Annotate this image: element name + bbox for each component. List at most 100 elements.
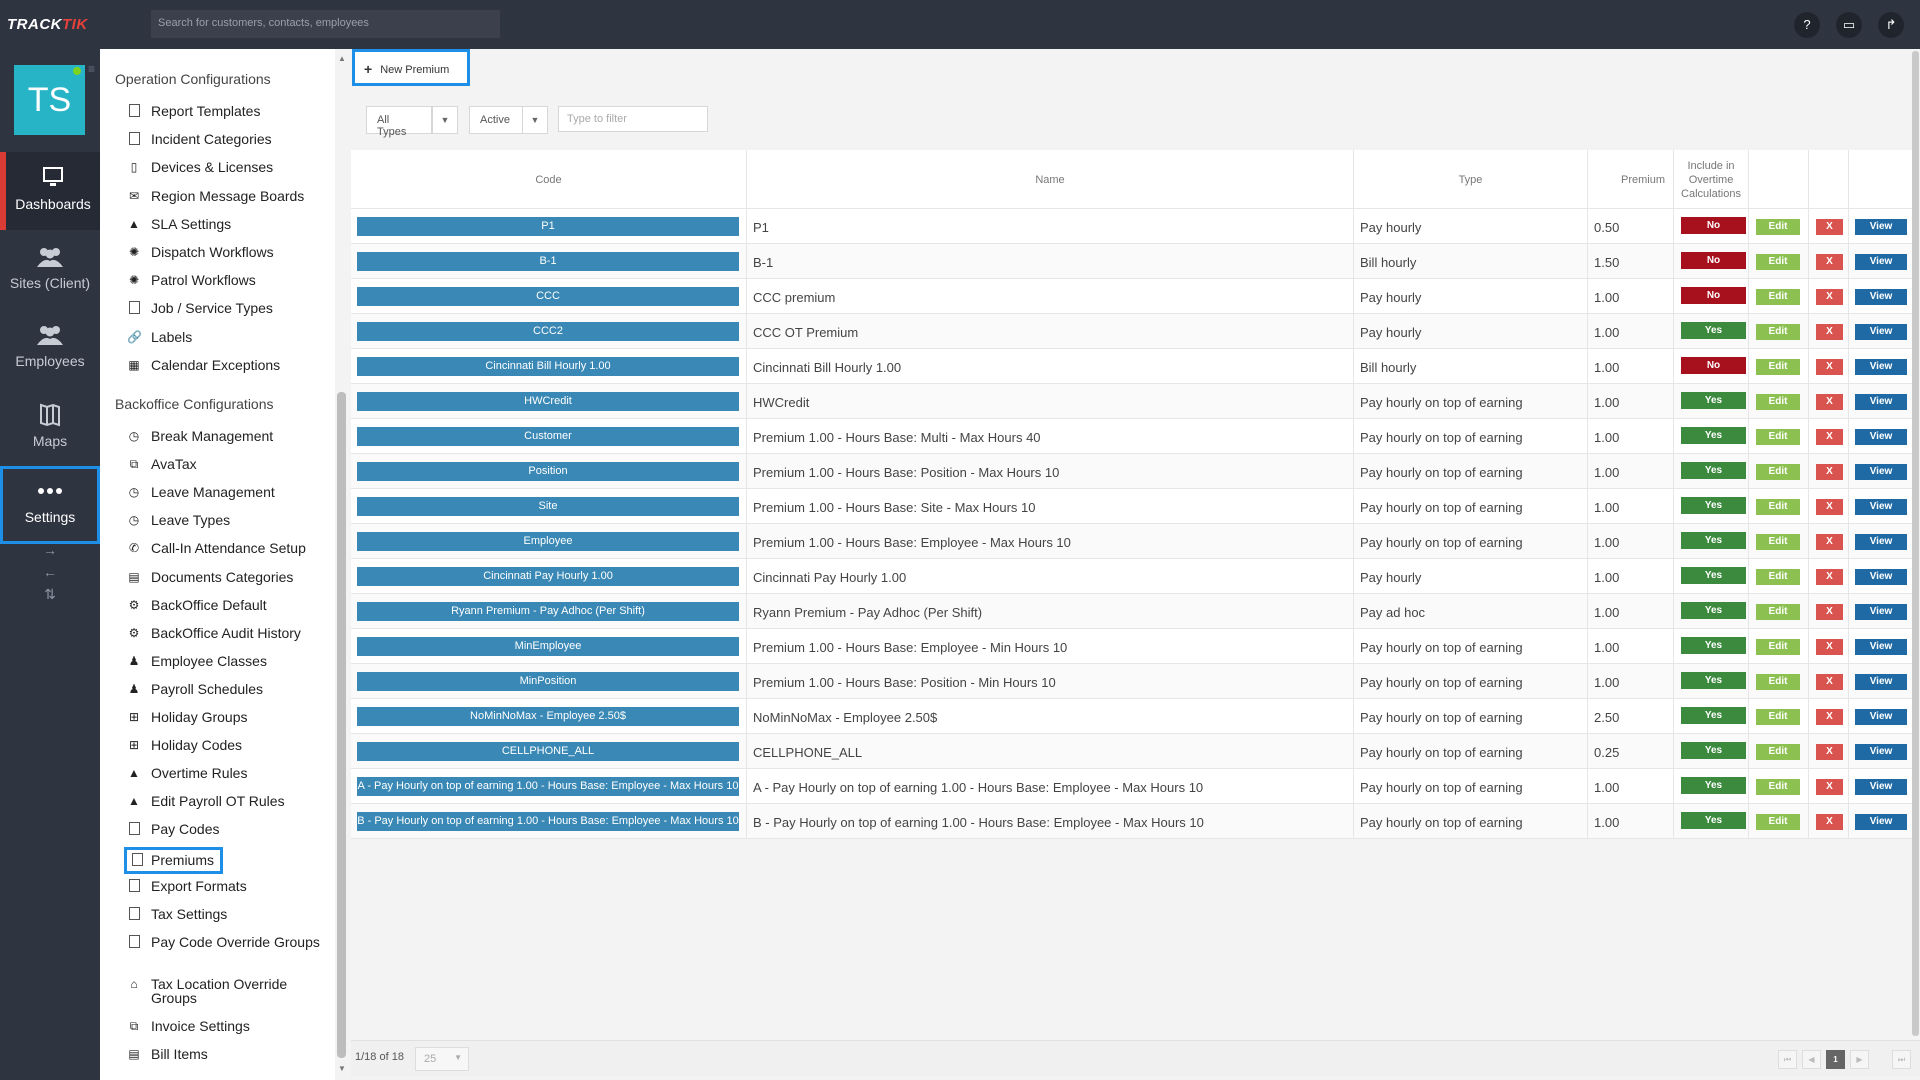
nav-dashboards[interactable]: Dashboards <box>0 152 100 230</box>
scroll-up-icon[interactable]: ▲ <box>338 54 346 63</box>
view-button[interactable]: View <box>1855 394 1907 410</box>
code-pill[interactable]: B-1 <box>357 252 739 271</box>
tracktik-logo[interactable]: TRACKTIK <box>7 16 88 33</box>
delete-button[interactable]: X <box>1816 674 1843 690</box>
edit-button[interactable]: Edit <box>1756 499 1800 515</box>
delete-button[interactable]: X <box>1816 709 1843 725</box>
menu-item-job-service-types[interactable]: Job / Service Types <box>127 301 327 315</box>
header-name[interactable]: Name <box>747 150 1354 209</box>
collapse-arrow-icon[interactable]: ← <box>0 564 100 580</box>
code-pill[interactable]: Customer <box>357 427 739 446</box>
menu-item-calendar-exceptions[interactable]: ▦ Calendar Exceptions <box>127 358 327 372</box>
delete-button[interactable]: X <box>1816 289 1843 305</box>
delete-button[interactable]: X <box>1816 604 1843 620</box>
menu-item-dispatch-workflows[interactable]: ✺ Dispatch Workflows <box>127 245 327 259</box>
view-button[interactable]: View <box>1855 499 1907 515</box>
menu-item-sla-settings[interactable]: ▲ SLA Settings <box>127 217 327 231</box>
view-button[interactable]: View <box>1855 604 1907 620</box>
last-page-button[interactable]: ⏭ <box>1892 1050 1911 1069</box>
view-button[interactable]: View <box>1855 429 1907 445</box>
new-premium-button[interactable]: + New Premium <box>352 49 470 86</box>
view-button[interactable]: View <box>1855 254 1907 270</box>
delete-button[interactable]: X <box>1816 394 1843 410</box>
menu-item-leave-management[interactable]: ◷ Leave Management <box>127 485 327 499</box>
header-type[interactable]: Type <box>1354 150 1588 209</box>
view-button[interactable]: View <box>1855 709 1907 725</box>
code-pill[interactable]: Ryann Premium - Pay Adhoc (Per Shift) <box>357 602 739 621</box>
type-select[interactable]: All Types <box>366 106 432 138</box>
nav-settings[interactable]: Settings <box>0 466 100 544</box>
code-pill[interactable]: NoMinNoMax - Employee 2.50$ <box>357 707 739 726</box>
menu-item-call-in-attendance-setup[interactable]: ✆ Call-In Attendance Setup <box>127 541 327 555</box>
menu-item-pay-codes[interactable]: Pay Codes <box>127 822 327 836</box>
menu-item-tax-location-override-groups[interactable]: ⌂ Tax Location Override Groups <box>127 977 327 1005</box>
menu-item-devices-licenses[interactable]: ▯ Devices & Licenses <box>127 160 327 174</box>
menu-item-avatax[interactable]: ⧉ AvaTax <box>127 457 327 471</box>
view-button[interactable]: View <box>1855 359 1907 375</box>
menu-item-payroll-schedules[interactable]: ♟ Payroll Schedules <box>127 682 327 696</box>
code-pill[interactable]: HWCredit <box>357 392 739 411</box>
menu-item-break-management[interactable]: ◷ Break Management <box>127 429 327 443</box>
global-search-input[interactable]: Search for customers, contacts, employee… <box>151 10 500 38</box>
view-button[interactable]: View <box>1855 674 1907 690</box>
menu-item-report-templates[interactable]: Report Templates <box>127 104 327 118</box>
avatar[interactable]: TS <box>14 65 85 135</box>
delete-button[interactable]: X <box>1816 779 1843 795</box>
view-button[interactable]: View <box>1855 569 1907 585</box>
code-pill[interactable]: P1 <box>357 217 739 236</box>
delete-button[interactable]: X <box>1816 814 1843 830</box>
edit-button[interactable]: Edit <box>1756 639 1800 655</box>
code-pill[interactable]: CELLPHONE_ALL <box>357 742 739 761</box>
menu-item-region-message-boards[interactable]: ✉ Region Message Boards <box>127 189 327 203</box>
delete-button[interactable]: X <box>1816 534 1843 550</box>
view-button[interactable]: View <box>1855 324 1907 340</box>
menu-item-holiday-codes[interactable]: ⊞ Holiday Codes <box>127 738 327 752</box>
code-pill[interactable]: Site <box>357 497 739 516</box>
menu-item-patrol-workflows[interactable]: ✺ Patrol Workflows <box>127 273 327 287</box>
code-pill[interactable]: B - Pay Hourly on top of earning 1.00 - … <box>357 812 739 831</box>
menu-item-backoffice-audit-history[interactable]: ⚙ BackOffice Audit History <box>127 626 327 640</box>
expand-arrow-icon[interactable]: → <box>0 542 100 558</box>
edit-button[interactable]: Edit <box>1756 674 1800 690</box>
code-pill[interactable]: Employee <box>357 532 739 551</box>
nav-sites[interactable]: Sites (Client) <box>0 231 100 309</box>
menu-item-pay-code-override-groups[interactable]: Pay Code Override Groups <box>127 935 327 949</box>
code-pill[interactable]: CCC2 <box>357 322 739 341</box>
delete-button[interactable]: X <box>1816 464 1843 480</box>
view-button[interactable]: View <box>1855 639 1907 655</box>
avatar-menu-icon[interactable]: ≡ <box>88 63 98 75</box>
code-pill[interactable]: A - Pay Hourly on top of earning 1.00 - … <box>357 777 739 796</box>
first-page-button[interactable]: ⏮ <box>1778 1050 1797 1069</box>
view-button[interactable]: View <box>1855 534 1907 550</box>
code-pill[interactable]: CCC <box>357 287 739 306</box>
page-size-select[interactable]: 25 ▼ <box>415 1047 469 1071</box>
code-pill[interactable]: Cincinnati Pay Hourly 1.00 <box>357 567 739 586</box>
prev-page-button[interactable]: ◀ <box>1802 1050 1821 1069</box>
header-premium[interactable]: Premium <box>1588 150 1674 209</box>
edit-button[interactable]: Edit <box>1756 534 1800 550</box>
edit-button[interactable]: Edit <box>1756 709 1800 725</box>
edit-button[interactable]: Edit <box>1756 744 1800 760</box>
delete-button[interactable]: X <box>1816 359 1843 375</box>
code-pill[interactable]: MinPosition <box>357 672 739 691</box>
view-button[interactable]: View <box>1855 744 1907 760</box>
help-icon[interactable]: ? <box>1794 12 1820 38</box>
menu-item-premiums[interactable]: Premiums <box>124 847 223 874</box>
edit-button[interactable]: Edit <box>1756 289 1800 305</box>
edit-button[interactable]: Edit <box>1756 394 1800 410</box>
filter-input[interactable]: Type to filter <box>558 106 708 132</box>
delete-button[interactable]: X <box>1816 569 1843 585</box>
edit-button[interactable]: Edit <box>1756 779 1800 795</box>
view-button[interactable]: View <box>1855 219 1907 235</box>
menu-item-bill-items[interactable]: ▤ Bill Items <box>127 1047 327 1061</box>
menu-item-holiday-groups[interactable]: ⊞ Holiday Groups <box>127 710 327 724</box>
nav-maps[interactable]: Maps <box>0 389 100 467</box>
menu-item-invoice-settings[interactable]: ⧉ Invoice Settings <box>127 1019 327 1033</box>
view-button[interactable]: View <box>1855 814 1907 830</box>
type-select-chevron-icon[interactable]: ▼ <box>432 106 458 134</box>
menu-item-overtime-rules[interactable]: ▲ Overtime Rules <box>127 766 327 780</box>
status-select-chevron-icon[interactable]: ▼ <box>522 106 548 134</box>
next-page-button[interactable]: ▶ <box>1850 1050 1869 1069</box>
edit-button[interactable]: Edit <box>1756 569 1800 585</box>
delete-button[interactable]: X <box>1816 254 1843 270</box>
